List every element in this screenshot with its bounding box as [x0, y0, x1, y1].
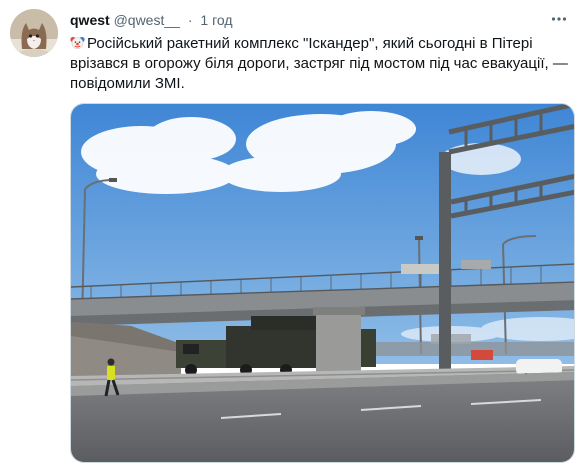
tweet-photo[interactable]	[70, 103, 575, 463]
cat-avatar-icon	[10, 9, 58, 57]
more-button[interactable]	[546, 6, 572, 32]
tweet-body-text: Російський ракетний комплекс "Іскандер",…	[70, 35, 568, 92]
tweet-card[interactable]: qwest @qwest__ · 1 год Російський ракетн…	[0, 0, 580, 467]
user-handle[interactable]: @qwest__	[114, 12, 180, 28]
more-horizontal-icon	[551, 17, 567, 21]
photo-bridge-scene	[71, 104, 574, 462]
tweet-header: qwest @qwest__ · 1 год	[70, 11, 233, 29]
timestamp[interactable]: 1 год	[200, 12, 232, 28]
tweet-text: Російський ракетний комплекс "Іскандер",…	[70, 34, 570, 94]
display-name[interactable]: qwest	[70, 12, 110, 28]
clown-face-icon	[70, 36, 85, 50]
separator-dot: ·	[187, 12, 193, 28]
avatar[interactable]	[10, 9, 58, 57]
